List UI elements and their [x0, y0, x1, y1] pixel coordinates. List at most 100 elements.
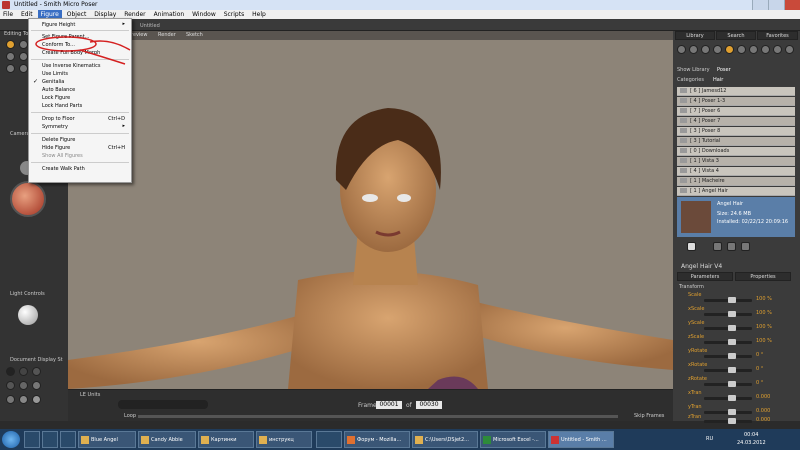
timeline-slider[interactable] — [138, 415, 618, 418]
transform-group-label[interactable]: Transform — [679, 284, 704, 290]
param-knob[interactable] — [728, 297, 736, 303]
display-style-icon[interactable] — [32, 395, 41, 404]
scale-tool-icon[interactable] — [19, 52, 28, 61]
display-style-icon[interactable] — [6, 395, 15, 404]
menu-item-figure-height[interactable]: Figure Height — [42, 22, 75, 28]
light-sphere-icon[interactable] — [18, 305, 38, 325]
param-knob[interactable] — [728, 353, 736, 359]
document-tab[interactable]: Untitled — [140, 23, 168, 31]
list-item[interactable]: [ 1 ] Angel Hair — [677, 187, 795, 196]
taskbar-item[interactable]: Форум - Mozilla... — [344, 431, 410, 448]
list-item[interactable]: [ 6 ] Jamesd12 — [677, 87, 795, 96]
param-scale[interactable]: Scale 100 % — [688, 292, 796, 306]
tab-parameters[interactable]: Parameters — [677, 272, 733, 281]
taper-tool-icon[interactable] — [6, 64, 15, 73]
taskbar-item[interactable]: C:\Users\DSjet2... — [412, 431, 478, 448]
ie-icon[interactable] — [24, 431, 40, 448]
param-knob[interactable] — [728, 418, 736, 424]
library-category-icon[interactable] — [737, 45, 746, 54]
library-item-preview[interactable]: Angel Hair Size: 24.6 MB Installed: 02/2… — [677, 197, 795, 237]
menu-item-genitalia[interactable]: Genitalia — [42, 79, 64, 85]
category-value[interactable]: Hair — [713, 77, 723, 83]
menu-item-use-limits[interactable]: Use Limits — [42, 71, 68, 77]
list-item[interactable]: [ 1 ] Macheire — [677, 177, 795, 186]
list-item[interactable]: [ 7 ] Poser 6 — [677, 107, 795, 116]
document-viewport[interactable]: Preview Render Sketch — [68, 31, 673, 389]
show-library-select[interactable]: Poser — [717, 67, 731, 73]
library-category-icon[interactable] — [713, 45, 722, 54]
display-style-icon[interactable] — [19, 381, 28, 390]
list-item[interactable]: [ 4 ] Poser 7 — [677, 117, 795, 126]
param-xrotate[interactable]: xRotate 0 ° — [688, 362, 796, 376]
total-frames-field[interactable]: 00030 — [416, 401, 442, 409]
clock-time[interactable]: 00:04 — [744, 432, 758, 438]
apply-checkmark-icon[interactable] — [687, 242, 696, 251]
menu-scripts[interactable]: Scripts — [221, 10, 248, 19]
skip-frames-label[interactable]: Skip Frames — [634, 413, 664, 419]
display-style-icon[interactable] — [6, 367, 15, 376]
menu-item-create-walk-path[interactable]: Create Walk Path — [42, 166, 85, 172]
menu-item-lock-figure[interactable]: Lock Figure — [42, 95, 70, 101]
param-knob[interactable] — [728, 395, 736, 401]
trackball-icon[interactable] — [10, 181, 46, 217]
library-category-icon[interactable] — [749, 45, 758, 54]
menu-item-auto-balance[interactable]: Auto Balance — [42, 87, 75, 93]
library-category-icon[interactable] — [689, 45, 698, 54]
library-category-icon[interactable] — [785, 45, 794, 54]
loop-label[interactable]: Loop — [124, 413, 136, 419]
playback-buttons[interactable] — [118, 400, 208, 409]
tab-sketch[interactable]: Sketch — [186, 32, 203, 38]
param-knob[interactable] — [728, 325, 736, 331]
display-style-icon[interactable] — [32, 381, 41, 390]
display-style-icon[interactable] — [19, 367, 28, 376]
replace-icon[interactable] — [713, 242, 722, 251]
tab-properties[interactable]: Properties — [735, 272, 791, 281]
add-icon[interactable] — [727, 242, 736, 251]
hair-category-icon[interactable] — [725, 45, 734, 54]
menu-item-lock-hand-parts[interactable]: Lock Hand Parts — [42, 103, 82, 109]
media-player-icon[interactable] — [316, 431, 342, 448]
param-yrotate[interactable]: yRotate 0 ° — [688, 348, 796, 362]
library-category-icon[interactable] — [761, 45, 770, 54]
taskbar-item[interactable]: Microsoft Excel -... — [480, 431, 546, 448]
taskbar-item[interactable]: Untitled - Smith ... — [548, 431, 614, 448]
close-button[interactable] — [784, 0, 800, 10]
media-icon[interactable] — [60, 431, 76, 448]
param-knob[interactable] — [728, 339, 736, 345]
display-style-icon[interactable] — [32, 367, 41, 376]
translate-tool-icon[interactable] — [6, 52, 15, 61]
list-item[interactable]: [ 3 ] Tutorial — [677, 137, 795, 146]
menu-help[interactable]: Help — [249, 10, 269, 19]
menu-file[interactable]: File — [0, 10, 16, 19]
start-button[interactable] — [2, 431, 20, 448]
current-frame-field[interactable]: 00001 — [376, 401, 402, 409]
list-item[interactable]: [ 4 ] Vista 4 — [677, 167, 795, 176]
list-item[interactable]: [ 3 ] Poser 8 — [677, 127, 795, 136]
explorer-icon[interactable] — [42, 431, 58, 448]
library-category-icon[interactable] — [677, 45, 686, 54]
clock-date[interactable]: 24.03.2012 — [737, 440, 766, 446]
taskbar-item[interactable]: инструкц — [256, 431, 312, 448]
remove-icon[interactable] — [741, 242, 750, 251]
library-category-icon[interactable] — [773, 45, 782, 54]
param-xtran[interactable]: xTran 0.000 — [688, 390, 796, 404]
param-zrotate[interactable]: zRotate 0 ° — [688, 376, 796, 390]
param-ztran[interactable]: zTran 0.000 — [688, 414, 796, 426]
library-category-icon[interactable] — [701, 45, 710, 54]
menu-animation[interactable]: Animation — [151, 10, 188, 19]
tab-favorites[interactable]: Favorites — [757, 31, 798, 40]
menu-item-delete-figure[interactable]: Delete Figure — [42, 137, 75, 143]
param-zscale[interactable]: zScale 100 % — [688, 334, 796, 348]
minimize-button[interactable] — [752, 0, 768, 10]
figure-render[interactable] — [68, 40, 673, 389]
list-item[interactable]: [ 1 ] Vista 3 — [677, 157, 795, 166]
menu-item-drop-to-floor[interactable]: Drop to Floor — [42, 116, 75, 122]
rotate-tool-icon[interactable] — [6, 40, 15, 49]
param-yscale[interactable]: yScale 100 % — [688, 320, 796, 334]
menu-item-symmetry[interactable]: Symmetry — [42, 124, 68, 130]
chain-break-tool-icon[interactable] — [19, 64, 28, 73]
param-knob[interactable] — [728, 381, 736, 387]
language-indicator[interactable]: RU — [706, 436, 713, 442]
display-style-icon[interactable] — [19, 395, 28, 404]
taskbar-item[interactable]: Candy Abbie — [138, 431, 196, 448]
